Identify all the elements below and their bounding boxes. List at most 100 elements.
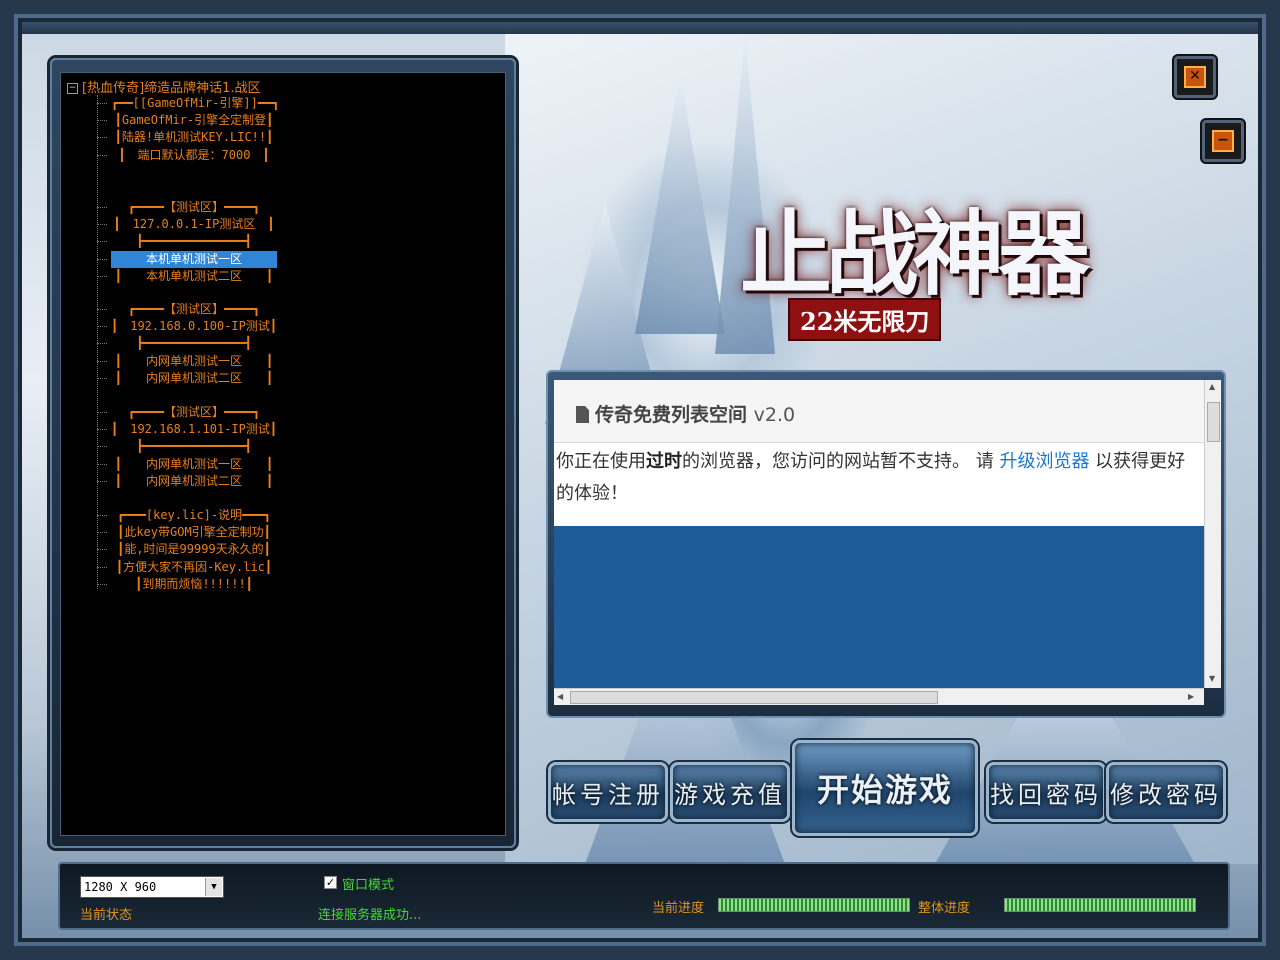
tree-branch-line bbox=[97, 377, 107, 379]
collapse-icon[interactable]: − bbox=[67, 83, 78, 94]
tree-branch-line bbox=[97, 549, 107, 551]
minimize-icon: − bbox=[1212, 130, 1234, 152]
server-tree-item-label: ┃ 内网单机测试一区 ┃ bbox=[114, 456, 274, 471]
horizontal-scroll-thumb[interactable] bbox=[570, 691, 938, 704]
web-header: 传奇免费列表空间 v2.0 bbox=[554, 380, 1204, 443]
web-version: v2.0 bbox=[753, 404, 796, 426]
server-tree-item-label: ┏━━━[key.lic]-说明━━━┓ bbox=[116, 508, 272, 522]
overall-progress-bar bbox=[1004, 898, 1196, 912]
tree-branch-line bbox=[97, 241, 107, 243]
tree-branch-line bbox=[97, 566, 107, 568]
minimize-button[interactable]: − bbox=[1202, 120, 1244, 162]
server-tree-item-label: ┃ 内网单机测试二区 ┃ bbox=[114, 473, 274, 488]
outdated-browser-message: 你正在使用过时的浏览器，您访问的网站暂不支持。 请 升级浏览器 以获得更好的体验… bbox=[556, 446, 1196, 510]
tree-branch-line bbox=[97, 583, 107, 585]
resolution-value: 1280 X 960 bbox=[84, 880, 157, 894]
server-tree-item-label: ┃ 192.168.1.101-IP测试┃ bbox=[111, 422, 278, 437]
server-tree-item-label: ┏━━━━【测试区】━━━━┓ bbox=[127, 405, 261, 419]
close-button[interactable]: ✕ bbox=[1174, 56, 1216, 98]
msg-bold: 过时 bbox=[646, 451, 682, 472]
server-tree-item-label: ┃ 内网单机测试二区 ┃ bbox=[114, 370, 274, 385]
window-mode-label[interactable]: 窗口模式 bbox=[342, 874, 394, 893]
tree-root-label: [热血传奇]缔造品牌神话1.战区 bbox=[82, 81, 261, 96]
server-tree-item-label: ┏━━━━【测试区】━━━━┓ bbox=[127, 302, 261, 316]
vertical-scroll-thumb[interactable] bbox=[1207, 402, 1220, 442]
tree-branch-line bbox=[97, 412, 107, 413]
overall-progress-fill bbox=[1005, 899, 1195, 911]
tree-branch-line bbox=[97, 360, 107, 362]
recharge-button[interactable]: 游戏充值 bbox=[670, 762, 790, 822]
msg-prefix: 你正在使用 bbox=[556, 451, 646, 472]
web-content: 传奇免费列表空间 v2.0 你正在使用过时的浏览器，您访问的网站暂不支持。 请 … bbox=[554, 380, 1204, 688]
recover-password-button[interactable]: 找回密码 bbox=[986, 762, 1106, 822]
server-tree-item-label: ┃方便大家不再因-Key.lic┃ bbox=[115, 559, 273, 574]
tree-branch-line bbox=[97, 224, 107, 226]
upgrade-browser-link[interactable]: 升级浏览器 bbox=[999, 451, 1089, 472]
connection-status: 连接服务器成功... bbox=[318, 908, 422, 923]
logo-title: 止战神器 bbox=[740, 200, 1090, 308]
horizontal-scrollbar[interactable]: ◀ ▶ bbox=[554, 688, 1204, 705]
scroll-right-icon[interactable]: ▶ bbox=[1188, 692, 1194, 701]
tree-branch-line bbox=[97, 137, 107, 139]
server-tree-item-label: 本机单机测试一区 bbox=[111, 250, 277, 268]
server-tree-item-label: ┃到期而烦恼!!!!!!┃ bbox=[135, 576, 253, 591]
document-icon bbox=[576, 406, 589, 423]
tree-root[interactable]: − [热血传奇]缔造品牌神话1.战区 bbox=[67, 77, 261, 96]
server-tree[interactable]: − [热血传奇]缔造品牌神话1.战区 ┏━━[[GameOfMir-引擎]]━━┓… bbox=[60, 72, 506, 836]
server-tree-item-label: ┃陆器!单机测试KEY.LIC!!┃ bbox=[114, 130, 274, 145]
tree-branch-line bbox=[97, 258, 107, 260]
tree-branch-line bbox=[97, 463, 107, 465]
current-progress-label: 当前进度 bbox=[652, 901, 705, 916]
msg-middle: 的浏览器，您访问的网站暂不支持。 请 bbox=[682, 451, 1000, 472]
scroll-up-icon[interactable]: ▲ bbox=[1209, 382, 1215, 391]
overall-progress-label: 整体进度 bbox=[918, 901, 971, 916]
scroll-left-icon[interactable]: ◀ bbox=[557, 692, 563, 701]
server-tree-item-label: ┃ 192.168.0.100-IP测试┃ bbox=[111, 319, 278, 334]
tree-branch-line bbox=[97, 429, 107, 431]
status-label: 当前状态 bbox=[80, 908, 133, 923]
tree-branch-line bbox=[97, 515, 107, 516]
tree-branch-line bbox=[97, 480, 107, 482]
tree-branch-line bbox=[97, 309, 107, 310]
register-account-button[interactable]: 帐号注册 bbox=[548, 762, 668, 822]
server-tree-item-label: ┣━━━━━━━━━━━━━━┫ bbox=[136, 234, 252, 249]
server-tree-item-label: ┃此key带GOM引擎全定制功┃ bbox=[117, 525, 271, 540]
vertical-scrollbar[interactable]: ▲ ▼ bbox=[1204, 380, 1221, 688]
change-password-button[interactable]: 修改密码 bbox=[1106, 762, 1226, 822]
web-title-text: 传奇免费列表空间 bbox=[595, 404, 748, 426]
tree-branch-line bbox=[97, 103, 107, 104]
tree-branch-line bbox=[97, 446, 107, 448]
close-icon: ✕ bbox=[1184, 66, 1206, 88]
start-game-button[interactable]: 开始游戏 bbox=[792, 740, 978, 836]
server-tree-item-label: ┃能,时间是99999天永久的┃ bbox=[117, 542, 271, 557]
server-tree-item-label: ┃ 内网单机测试一区 ┃ bbox=[114, 353, 274, 368]
web-banner-area bbox=[554, 526, 1204, 688]
server-tree-item-label: ┃ 127.0.0.1-IP测试区 ┃ bbox=[113, 217, 275, 232]
tree-branch-line bbox=[97, 532, 107, 534]
current-progress-fill bbox=[719, 899, 909, 911]
resolution-select[interactable]: 1280 X 960 ▼ bbox=[80, 876, 224, 898]
tree-branch-line bbox=[97, 120, 107, 122]
scroll-down-icon[interactable]: ▼ bbox=[1209, 674, 1215, 683]
title-bar bbox=[0, 0, 1280, 34]
status-bar: 1280 X 960 ▼ 当前状态 ✓ 窗口模式 连接服务器成功... 当前进度… bbox=[58, 862, 1230, 930]
current-progress-bar bbox=[718, 898, 910, 912]
server-tree-item-label: ┃GameOfMir-引擎全定制登┃ bbox=[114, 113, 274, 128]
tree-branch-line bbox=[97, 343, 107, 345]
server-tree-item-label: ┃ 端口默认都是：7000 ┃ bbox=[118, 147, 270, 162]
tree-branch-line bbox=[97, 154, 107, 156]
checkmark-icon: ✓ bbox=[325, 876, 336, 889]
game-logo: 止战神器 22米无限刀 bbox=[740, 170, 1120, 341]
server-list-panel: − [热血传奇]缔造品牌神话1.战区 ┏━━[[GameOfMir-引擎]]━━┓… bbox=[50, 58, 516, 848]
tree-branch-line bbox=[97, 326, 107, 328]
tree-branch-line bbox=[97, 207, 107, 208]
chevron-down-icon[interactable]: ▼ bbox=[205, 878, 222, 896]
server-tree-item-label: ┣━━━━━━━━━━━━━━┫ bbox=[136, 439, 252, 454]
logo-subtitle: 22米无限刀 bbox=[788, 298, 942, 341]
tree-branch-line bbox=[97, 275, 107, 277]
server-tree-item-label: ┏━━━━【测试区】━━━━┓ bbox=[127, 200, 261, 214]
ice-shard bbox=[635, 74, 725, 334]
window-mode-checkbox[interactable]: ✓ bbox=[324, 876, 337, 889]
web-title: 传奇免费列表空间 v2.0 bbox=[576, 400, 795, 427]
news-web-panel: 传奇免费列表空间 v2.0 你正在使用过时的浏览器，您访问的网站暂不支持。 请 … bbox=[546, 370, 1226, 718]
